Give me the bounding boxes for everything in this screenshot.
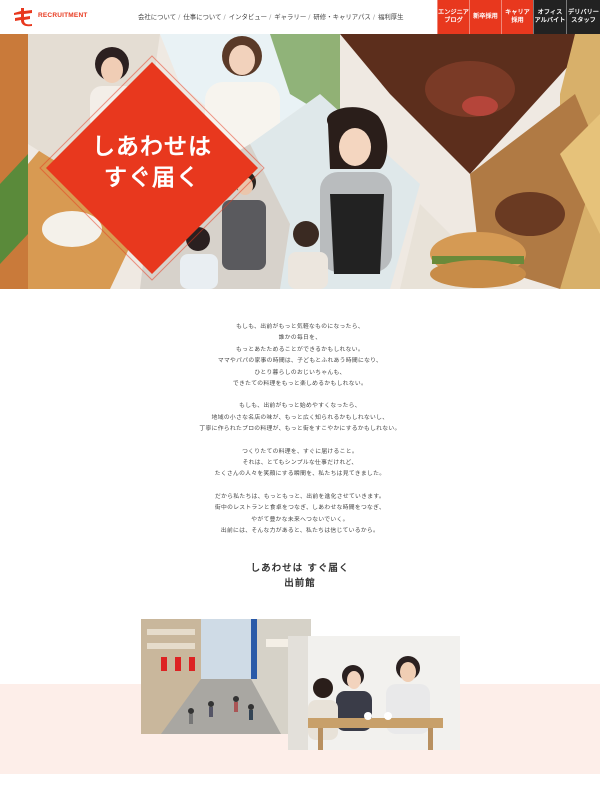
hero-visual: しあわせは すぐ届く (0, 34, 600, 289)
intro-paragraph: つくりたての料理を、すぐに届けること。 それは、とてもシンプルな仕事だけれど、 … (0, 447, 600, 481)
tab-engineer-blog[interactable]: エンジニア ブログ (437, 0, 469, 34)
logo-text: RECRUITMENT (38, 12, 88, 19)
nav-separator: / (223, 13, 226, 21)
intro-line: 出前には、そんな力があると、私たちは信じているから。 (220, 528, 380, 535)
nav-separator: / (178, 13, 181, 21)
nav-item-interview[interactable]: インタビュー (229, 13, 267, 21)
tab-delivery-staff[interactable]: デリバリー スタッフ (566, 0, 600, 34)
intro-line: 街中のレストランと食卓をつなぎ、しあわせな時間をつなぎ、 (214, 505, 386, 512)
logo-mark-icon (14, 8, 32, 27)
tab-office-parttime[interactable]: オフィス アルバイト (533, 0, 566, 34)
nav-separator: / (269, 13, 272, 21)
intro-line: ひとり暮らしのおじいちゃんも、 (254, 369, 346, 376)
slogan-line: しあわせは すぐ届く (250, 563, 350, 574)
nav-separator: / (308, 13, 311, 21)
intro-line: たくさんの人々を笑顔にする瞬間を、私たちは見てきました。 (214, 471, 386, 478)
intro-paragraph: だから私たちは、もっともっと、出前を進化させていきます。 街中のレストランと食卓… (0, 492, 600, 538)
tab-new-graduate[interactable]: 新卒採用 (469, 0, 501, 34)
intro-line: できたての料理をもっと楽しめるかもしれない。 (232, 381, 368, 388)
cafe-photo (288, 636, 460, 750)
intro-line: 地域の小さな名店の味が、もっと広く知られるかもしれないし、 (211, 414, 389, 421)
tab-career[interactable]: キャリア 採用 (501, 0, 533, 34)
intro-paragraph: もしも、出前がもっと気軽なものになったら、 誰かの毎日を、 もっとあたためること… (0, 322, 600, 390)
intro-line: 丁寧に作られたプロの料理が、もっと街をすこやかにするかもしれない。 (199, 426, 401, 433)
hero-title: しあわせは すぐ届く (92, 134, 212, 192)
intro-line: つくりたての料理を、すぐに届けること。 (242, 448, 358, 455)
intro-line: だから私たちは、もっともっと、出前を進化させていきます。 (215, 493, 385, 500)
nav-item-work[interactable]: 仕事について (183, 13, 221, 21)
nav-item-company[interactable]: 会社について (138, 13, 176, 21)
intro-line: 誰かの毎日を、 (278, 335, 322, 342)
intro-line: やがて豊かな未来へつないでいく。 (251, 516, 349, 523)
intro-line: もしも、出前がもっと始めやすくなったら、 (239, 403, 361, 410)
intro-paragraph: もしも、出前がもっと始めやすくなったら、 地域の小さな名店の味が、もっと広く知ら… (0, 401, 600, 435)
nav-item-gallery[interactable]: ギャラリー (274, 13, 306, 21)
nav-item-welfare[interactable]: 福利厚生 (378, 13, 404, 21)
site-header: RECRUITMENT 会社について / 仕事について / インタビュー / ギャラリ… (0, 0, 600, 34)
intro-line: もしも、出前がもっと気軽なものになったら、 (236, 324, 364, 330)
intro-copy: もしも、出前がもっと気軽なものになったら、 誰かの毎日を、 もっとあたためること… (0, 322, 600, 549)
recruit-tabs: エンジニア ブログ 新卒採用 キャリア 採用 オフィス アルバイト デリバリー … (437, 0, 600, 34)
intro-line: もっとあたためることができるかもしれない。 (236, 346, 364, 353)
street-photo (141, 619, 311, 734)
slogan: しあわせは すぐ届く 出前館 (0, 561, 600, 591)
global-nav: 会社について / 仕事について / インタビュー / ギャラリー / 研修・キャリアパス… (138, 12, 405, 21)
site-logo[interactable]: RECRUITMENT (12, 7, 87, 27)
slogan-brand: 出前館 (284, 578, 316, 589)
intro-line: ママやパパの家事の時間は、子どもとふれあう時間になり、 (217, 358, 383, 365)
nav-item-training[interactable]: 研修・キャリアパス (313, 13, 370, 21)
nav-separator: / (372, 13, 375, 21)
intro-line: それは、とてもシンプルな仕事だけれど、 (242, 460, 358, 467)
